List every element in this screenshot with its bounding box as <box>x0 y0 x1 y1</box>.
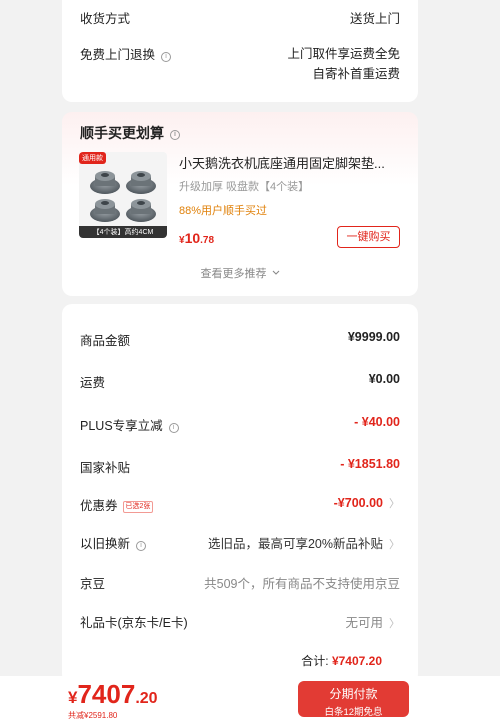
delivery-method-value: 送货上门 <box>349 12 400 26</box>
coupon-value: -¥700.00 <box>333 496 383 510</box>
total-row: 合计: ¥7407.20 <box>301 652 382 669</box>
info-icon[interactable]: i <box>168 423 179 433</box>
product-price-dec: .78 <box>200 235 215 246</box>
recommend-title: 顺手买更划算 <box>80 125 164 141</box>
product-badge: 通用款 <box>79 152 106 164</box>
chevron-right-icon: 〉 <box>389 618 400 630</box>
trade-in-value: 选旧品，最高可享20%新品补贴 <box>207 537 383 551</box>
recommend-title-wrap: 顺手买更划算 i <box>80 123 180 143</box>
national-subsidy-value: - ¥1851.80 <box>340 457 400 471</box>
product-buyers: 88%用户顺手买过 <box>179 205 268 217</box>
final-price-dec: .20 <box>135 690 158 707</box>
jingdou-label: 京豆 <box>80 577 106 591</box>
bottom-checkout-bar: ¥7407.20 共减¥2591.80 分期付款 白条12期免息 <box>0 676 500 721</box>
chevron-down-icon <box>272 270 279 275</box>
more-recommend-link[interactable]: 查看更多推荐 <box>62 265 418 281</box>
info-icon[interactable]: i <box>161 52 172 62</box>
pay-button-label: 分期付款 <box>329 687 378 701</box>
pay-button-sublabel: 白条12期免息 <box>324 707 383 718</box>
shipping-value: ¥0.00 <box>368 372 400 386</box>
final-price-int: 7407 <box>77 679 136 709</box>
chevron-right-icon: 〉 <box>389 539 400 551</box>
goods-amount-value: ¥9999.00 <box>347 330 400 344</box>
total-value: ¥7407.20 <box>331 654 382 668</box>
product-image-caption: 【4个装】高约4CM <box>79 226 167 238</box>
info-icon[interactable]: i <box>136 541 147 551</box>
delivery-card: 收货方式 送货上门 免费上门退换 i 上门取件享运费全免 自寄补首重运费 <box>62 0 418 102</box>
free-return-value-line2: 自寄补首重运费 <box>312 67 400 81</box>
goods-amount-label: 商品金额 <box>80 334 131 348</box>
product-name[interactable]: 小天鹅洗衣机底座通用固定脚架垫... <box>179 153 401 172</box>
coupon-label: 优惠券 <box>80 499 118 513</box>
product-price: ¥10.78 <box>179 230 214 246</box>
price-summary-card: 商品金额 ¥9999.00 运费 ¥0.00 PLUS专享立减 i - ¥40.0… <box>62 304 418 684</box>
chevron-right-icon: 〉 <box>389 498 400 510</box>
installment-pay-button[interactable]: 分期付款 白条12期免息 <box>298 681 409 718</box>
free-return-label: 免费上门退换 <box>80 48 156 62</box>
info-icon[interactable]: i <box>170 130 180 140</box>
total-saved: 共减¥2591.80 <box>68 711 118 720</box>
delivery-method-label: 收货方式 <box>80 12 131 26</box>
gift-card-value: 无可用 <box>345 616 383 630</box>
product-image[interactable]: 通用款 【4个装】高约4CM <box>79 152 167 238</box>
free-return-value-line1: 上门取件享运费全免 <box>287 47 400 61</box>
trade-in-label: 以旧换新 <box>80 537 131 551</box>
gift-card-label: 礼品卡(京东卡/E卡) <box>80 616 188 630</box>
coupon-count-tag: 已选2张 <box>122 501 154 513</box>
more-recommend-label: 查看更多推荐 <box>200 268 267 280</box>
plus-discount-value: - ¥40.00 <box>354 415 400 429</box>
final-price: ¥7407.20 <box>68 679 158 710</box>
plus-discount-label: PLUS专享立减 <box>80 419 163 433</box>
product-price-int: 10 <box>184 230 201 246</box>
national-subsidy-label: 国家补贴 <box>80 461 131 475</box>
one-click-buy-button[interactable]: 一键购买 <box>337 226 400 248</box>
recommend-card: 顺手买更划算 i 通用款 【4个装】高约4CM 小天鹅洗衣机底座通用固定脚架垫.… <box>62 112 418 296</box>
jingdou-value: 共509个，所有商品不支持使用京豆 <box>204 577 400 591</box>
shipping-label: 运费 <box>80 376 106 390</box>
product-spec: 升级加厚 吸盘款【4个装】 <box>179 181 310 193</box>
total-label: 合计: <box>301 654 329 668</box>
